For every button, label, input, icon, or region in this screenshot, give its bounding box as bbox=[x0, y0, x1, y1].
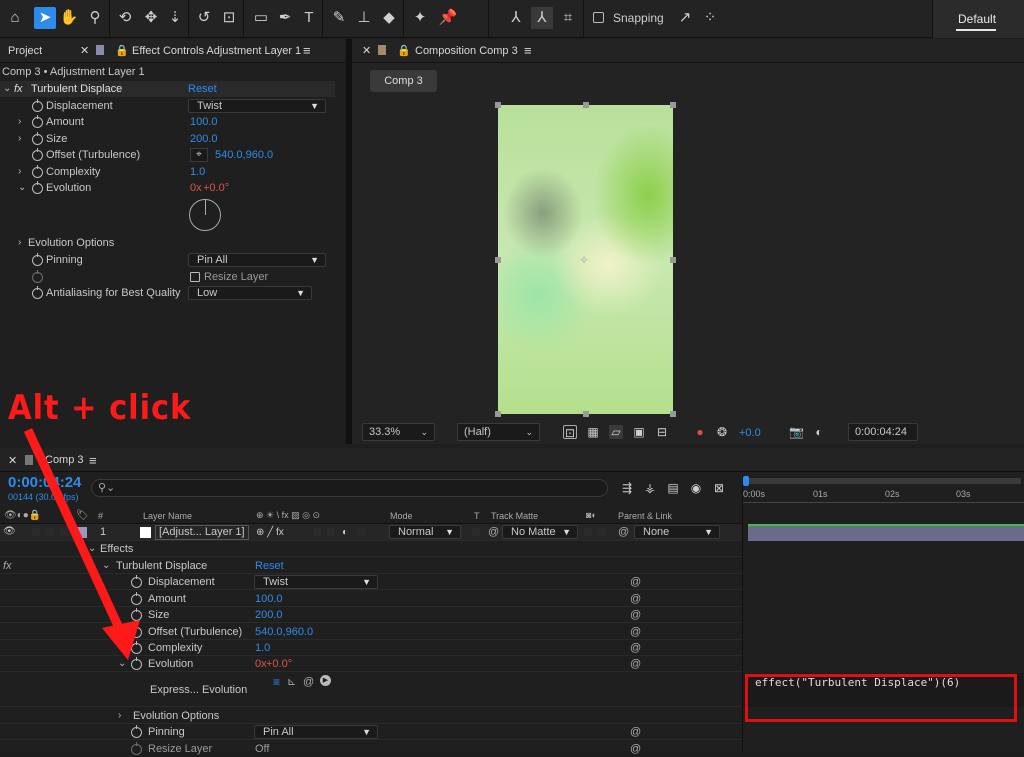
annotation-arrow bbox=[23, 428, 140, 660]
annotation-arrow-head bbox=[102, 620, 140, 660]
annotation-arrow-shaft bbox=[23, 428, 125, 632]
